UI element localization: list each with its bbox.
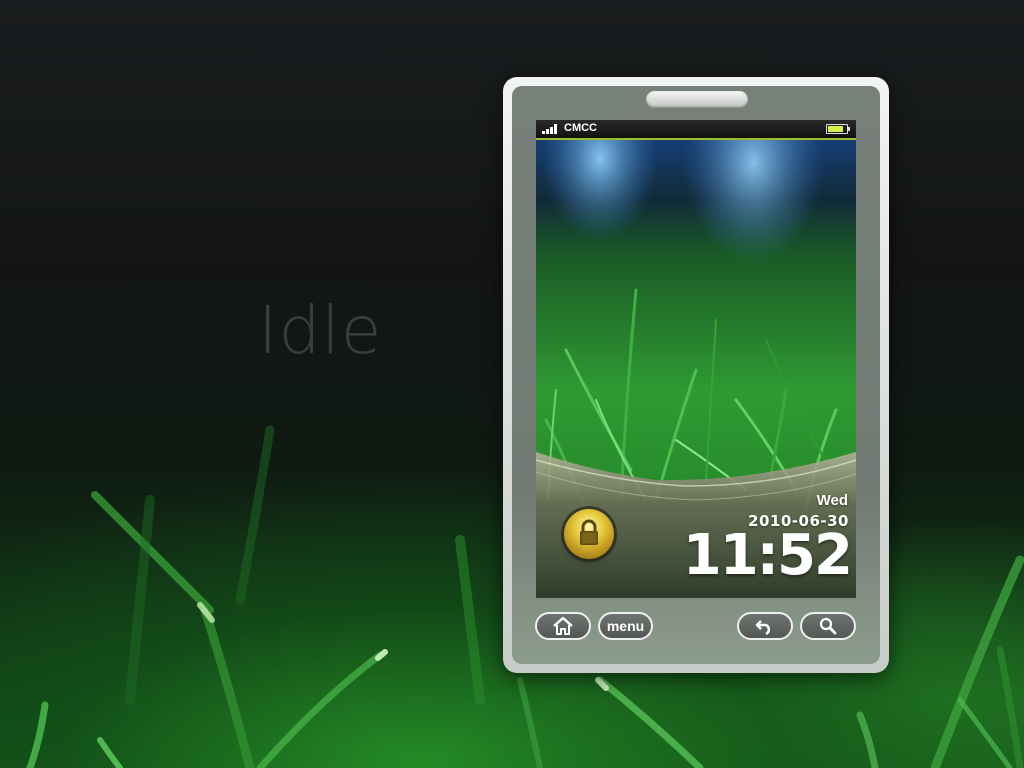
back-button[interactable] <box>737 612 793 640</box>
search-icon <box>819 617 837 635</box>
signal-bars-icon <box>542 124 557 134</box>
phone-screen: CMCC Wed 2010-06-30 11:52 <box>536 120 856 598</box>
home-icon <box>553 617 573 635</box>
idle-title: Idle <box>258 292 383 369</box>
carrier-name: CMCC <box>564 122 597 134</box>
clock-time: 11:52 <box>682 523 853 588</box>
status-bar: CMCC <box>536 120 856 140</box>
search-button[interactable] <box>800 612 856 640</box>
battery-icon <box>826 124 850 134</box>
lock-panel: Wed 2010-06-30 11:52 <box>536 452 856 598</box>
unlock-button[interactable] <box>564 509 614 559</box>
menu-button[interactable]: menu <box>598 612 653 640</box>
back-arrow-icon <box>755 620 771 635</box>
phone-device: CMCC Wed 2010-06-30 11:52 menu <box>503 77 889 673</box>
home-button[interactable] <box>535 612 591 640</box>
padlock-icon <box>580 519 598 545</box>
phone-speaker <box>646 91 748 108</box>
day-of-week: Wed <box>816 492 848 509</box>
